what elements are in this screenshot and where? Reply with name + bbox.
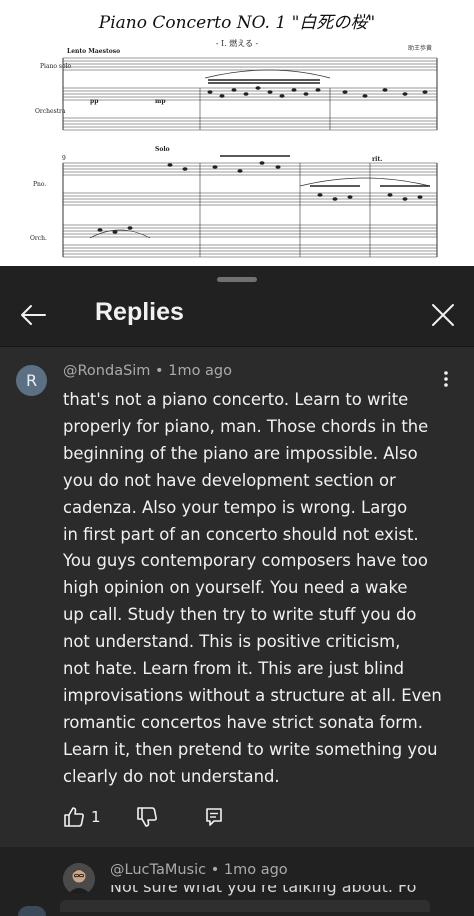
dyn-mp: mp [155, 98, 166, 105]
close-button[interactable] [424, 296, 462, 334]
video-player[interactable]: Piano Concerto NO. 1 "白死の桜" - I. 燃える - 助… [0, 0, 474, 266]
comment-line: improvisations without a structure at al… [63, 685, 442, 705]
measure-number: 9 [62, 155, 66, 162]
comment-line: clearly do not understand. [63, 766, 280, 786]
thumbs-up-icon [64, 807, 84, 827]
comment-line: not understand. This is positive critici… [63, 632, 401, 652]
reply-author[interactable]: @LucTaMusic [110, 862, 206, 878]
user-photo-icon [63, 863, 95, 895]
reply-body-partial: Not sure what you're talking about. Fo [110, 885, 450, 899]
like-count: 1 [91, 808, 101, 826]
rit-marking: rit. [372, 156, 382, 163]
comment-line: that's not a piano concerto. Learn to wr… [63, 390, 409, 409]
comment-line: beginning of the piano are impossible. A… [63, 443, 418, 463]
comment-author[interactable]: @RondaSim [63, 363, 150, 379]
reply-comment-icon [206, 808, 222, 826]
dyn-pp: pp [90, 98, 98, 105]
parent-comment: R @RondaSim • 1mo ago that's not a piano… [0, 347, 474, 847]
orchestra-label: Orchestra [35, 108, 66, 115]
avatar-letter: R [25, 371, 38, 390]
comment-line: up call. Study then try to write stuff y… [63, 605, 417, 625]
comment-line: properly for piano, man. Those chords in… [63, 416, 429, 436]
orch-label: Orch. [30, 235, 47, 242]
comment-time: 1mo ago [168, 363, 233, 379]
meta-separator: • [210, 862, 220, 878]
reply-meta: @LucTaMusic • 1mo ago [110, 862, 288, 878]
comment-line: high opinion on yourself. You need a wak… [63, 578, 408, 598]
comment-line: you do not have development section or [63, 470, 396, 490]
comment-line: in first part of an concerto should not … [63, 524, 419, 544]
meta-separator: • [155, 363, 164, 379]
dislike-button[interactable] [136, 802, 158, 832]
comment-line: You guys contemporary composers have too [63, 551, 428, 571]
solo-label: Solo [155, 146, 170, 153]
avatar[interactable] [63, 863, 95, 895]
arrow-left-icon [21, 305, 46, 325]
drag-handle[interactable] [217, 277, 257, 282]
add-reply-input[interactable] [60, 900, 430, 912]
comment-line: Learn it, then pretend to write somethin… [63, 739, 438, 759]
sheet-music: Lento Maestoso Piano solo Orchestra Solo… [30, 48, 438, 258]
comment-actions: 1 [63, 802, 303, 832]
pno-label: Pno. [33, 181, 46, 188]
panel-title: Replies [95, 298, 184, 326]
comment-meta: @RondaSim • 1mo ago [63, 363, 232, 379]
back-button[interactable] [14, 296, 52, 334]
close-icon [432, 304, 454, 326]
reply-time: 1mo ago [223, 862, 288, 878]
thumbs-down-icon [137, 807, 157, 827]
panel-header: Replies [0, 284, 474, 346]
avatar[interactable]: R [16, 365, 47, 396]
comment-body: that's not a piano concerto. Learn to wr… [63, 387, 443, 791]
input-avatar [18, 906, 46, 916]
replies-panel: Replies R @RondaSim • 1mo ago that's not… [0, 266, 474, 916]
comment-line: romantic concertos have strict sonata fo… [63, 712, 423, 732]
reply-button[interactable] [204, 802, 224, 832]
like-button[interactable]: 1 [63, 802, 101, 832]
comment-line: cadenza. Also your tempo is wrong. Largo [63, 497, 408, 517]
reply-text: Not sure what you're talking about. Fo [110, 885, 417, 896]
tempo-marking: Lento Maestoso [67, 48, 120, 55]
comment-line: not hate. Learn from it. This are just b… [63, 659, 405, 679]
